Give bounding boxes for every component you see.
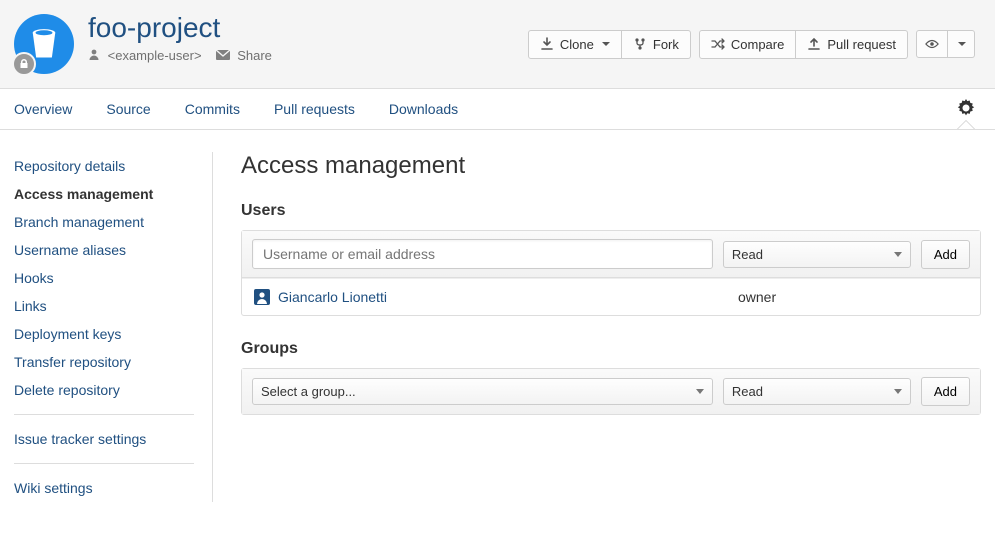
- tab-commits[interactable]: Commits: [185, 89, 240, 129]
- group-permission-value: Read: [732, 384, 763, 399]
- watch-dropdown[interactable]: [948, 30, 975, 58]
- caret-icon: [602, 42, 610, 46]
- sidebar-item-wiki-settings[interactable]: Wiki settings: [14, 474, 194, 502]
- envelope-icon: [216, 50, 230, 60]
- groups-panel: Select a group... Read Add: [241, 368, 981, 415]
- sidebar-separator: [14, 414, 194, 415]
- repo-owner[interactable]: <example-user>: [88, 48, 202, 63]
- sidebar-item-delete-repo[interactable]: Delete repository: [14, 376, 194, 404]
- repo-meta: <example-user> Share: [88, 48, 272, 63]
- repo-nav: Overview Source Commits Pull requests Do…: [0, 89, 995, 130]
- settings-gear[interactable]: [951, 91, 981, 128]
- eye-icon: [925, 37, 939, 51]
- user-avatar-icon: [254, 289, 270, 305]
- repo-titlebox: foo-project <example-user> Share: [88, 14, 272, 63]
- sidebar-item-repo-details[interactable]: Repository details: [14, 152, 194, 180]
- pr-label: Pull request: [827, 37, 896, 52]
- triangle-icon: [894, 389, 902, 394]
- users-panel: Read Add Giancarlo Lionetti owner: [241, 230, 981, 316]
- group-select[interactable]: Select a group...: [252, 378, 713, 405]
- tab-pull-requests[interactable]: Pull requests: [274, 89, 355, 129]
- sidebar-item-links[interactable]: Links: [14, 292, 194, 320]
- sidebar-item-branch-management[interactable]: Branch management: [14, 208, 194, 236]
- person-icon: [88, 48, 100, 60]
- clone-label: Clone: [560, 37, 594, 52]
- watch-button[interactable]: [916, 30, 948, 58]
- clone-button[interactable]: Clone: [528, 30, 622, 59]
- users-add-row: Read Add: [242, 231, 980, 278]
- clone-fork-group: Clone Fork: [528, 30, 691, 59]
- groups-add-row: Select a group... Read Add: [242, 369, 980, 414]
- user-permission-value: Read: [732, 247, 763, 262]
- lock-icon: [19, 59, 29, 69]
- user-name-link[interactable]: Giancarlo Lionetti: [278, 289, 738, 305]
- fork-button[interactable]: Fork: [622, 30, 691, 59]
- sidebar-item-access-management[interactable]: Access management: [14, 180, 194, 208]
- repo-header: foo-project <example-user> Share Clone: [0, 0, 995, 89]
- sidebar-separator: [14, 463, 194, 464]
- shuffle-icon: [711, 37, 725, 51]
- header-actions: Clone Fork Compare Pull request: [528, 30, 975, 59]
- compare-pr-group: Compare Pull request: [699, 30, 908, 59]
- gear-icon: [957, 99, 975, 117]
- share-label: Share: [237, 48, 272, 63]
- groups-heading: Groups: [241, 340, 981, 358]
- page-body: Repository details Access management Bra…: [0, 130, 995, 524]
- tab-downloads[interactable]: Downloads: [389, 89, 458, 129]
- compare-label: Compare: [731, 37, 784, 52]
- tab-source[interactable]: Source: [106, 89, 150, 129]
- user-search-input[interactable]: [252, 239, 713, 269]
- upload-icon: [807, 37, 821, 51]
- sidebar-item-transfer-repo[interactable]: Transfer repository: [14, 348, 194, 376]
- tab-overview[interactable]: Overview: [14, 89, 72, 129]
- repo-owner-label: <example-user>: [108, 48, 202, 63]
- repo-info: foo-project <example-user> Share: [14, 14, 528, 74]
- page-title: Access management: [241, 152, 981, 180]
- lock-badge: [12, 52, 36, 76]
- sidebar-item-hooks[interactable]: Hooks: [14, 264, 194, 292]
- fork-label: Fork: [653, 37, 679, 52]
- sidebar-item-username-aliases[interactable]: Username aliases: [14, 236, 194, 264]
- main-content: Access management Users Read Add Giancar…: [212, 152, 981, 502]
- repo-logo-wrap: [14, 14, 74, 74]
- caret-icon: [958, 42, 966, 46]
- pull-request-button[interactable]: Pull request: [796, 30, 908, 59]
- fork-icon: [633, 37, 647, 51]
- share-link[interactable]: Share: [216, 48, 272, 63]
- user-role: owner: [738, 289, 776, 305]
- compare-button[interactable]: Compare: [699, 30, 796, 59]
- settings-sidebar: Repository details Access management Bra…: [14, 152, 212, 502]
- sidebar-item-deployment-keys[interactable]: Deployment keys: [14, 320, 194, 348]
- user-row: Giancarlo Lionetti owner: [242, 278, 980, 315]
- user-permission-select[interactable]: Read: [723, 241, 911, 268]
- watch-group: [916, 30, 975, 58]
- group-select-value: Select a group...: [261, 384, 356, 399]
- group-permission-select[interactable]: Read: [723, 378, 911, 405]
- add-user-button[interactable]: Add: [921, 240, 970, 269]
- users-heading: Users: [241, 202, 981, 220]
- download-icon: [540, 37, 554, 51]
- repo-name[interactable]: foo-project: [88, 14, 272, 42]
- sidebar-item-issue-tracker[interactable]: Issue tracker settings: [14, 425, 194, 453]
- triangle-icon: [696, 389, 704, 394]
- nav-tabs: Overview Source Commits Pull requests Do…: [14, 89, 951, 129]
- add-group-button[interactable]: Add: [921, 377, 970, 406]
- triangle-icon: [894, 252, 902, 257]
